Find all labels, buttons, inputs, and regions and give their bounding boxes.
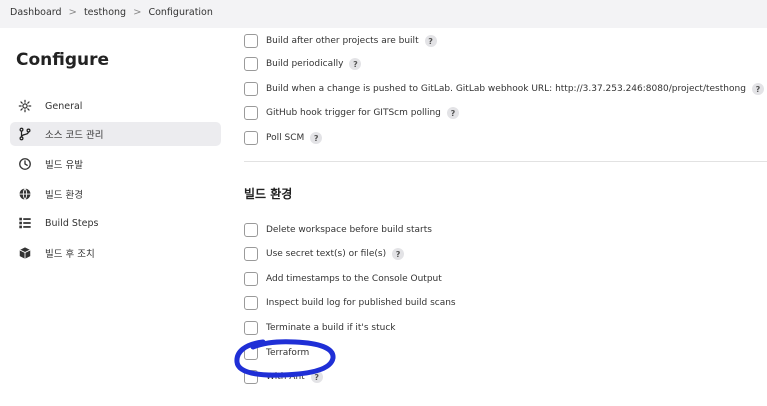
checkbox[interactable] <box>244 82 258 96</box>
checkbox-label: Build after other projects are built <box>266 36 419 46</box>
env-add-timestamps[interactable]: Add timestamps to the Console Output <box>244 271 442 287</box>
checkbox-label: Add timestamps to the Console Output <box>266 274 442 284</box>
sidebar-item-label: 소스 코드 관리 <box>45 130 104 141</box>
breadcrumb-separator: > <box>133 7 142 18</box>
trigger-build-periodically[interactable]: Build periodically ? <box>244 56 362 72</box>
package-icon <box>17 245 33 261</box>
trigger-poll-scm[interactable]: Poll SCM ? <box>244 130 323 146</box>
help-icon[interactable]: ? <box>310 132 323 144</box>
help-icon[interactable]: ? <box>751 83 764 95</box>
section-divider <box>244 161 767 162</box>
branch-icon <box>17 126 33 142</box>
sidebar-item-build-environment[interactable]: 빌드 환경 <box>10 182 221 206</box>
checkbox-label: Use secret text(s) or file(s) <box>266 249 387 259</box>
checkbox-label: Poll SCM <box>266 133 305 143</box>
checkbox[interactable] <box>244 131 258 145</box>
breadcrumb-bar: Dashboard > testhong > Configuration <box>0 0 767 28</box>
help-icon[interactable]: ? <box>446 107 459 119</box>
trigger-gitlab-push[interactable]: Build when a change is pushed to GitLab.… <box>244 81 764 97</box>
checkbox[interactable] <box>244 57 258 71</box>
sidebar-item-post-build[interactable]: 빌드 후 조치 <box>10 241 221 265</box>
trigger-build-after-other-projects[interactable]: Build after other projects are built ? <box>244 33 437 49</box>
sidebar-item-label: 빌드 후 조치 <box>45 249 95 260</box>
breadcrumb: Dashboard > testhong > Configuration <box>10 7 213 18</box>
checkbox[interactable] <box>244 106 258 120</box>
breadcrumb-project[interactable]: testhong <box>84 7 126 18</box>
checkbox-label: Delete workspace before build starts <box>266 225 432 235</box>
help-icon[interactable]: ? <box>392 248 405 260</box>
checkbox[interactable] <box>244 34 258 48</box>
checkbox[interactable] <box>244 272 258 286</box>
env-terminate-stuck[interactable]: Terminate a build if it's stuck <box>244 320 396 336</box>
breadcrumb-separator: > <box>68 7 77 18</box>
checkbox-label: GitHub hook trigger for GITScm polling <box>266 108 441 118</box>
sidebar-item-source-code[interactable]: 소스 코드 관리 <box>10 122 221 146</box>
section-title-build-environment: 빌드 환경 <box>244 187 293 201</box>
gear-icon <box>17 98 33 114</box>
sidebar-item-label: 빌드 유발 <box>45 160 83 171</box>
checkbox-label: Terminate a build if it's stuck <box>266 323 396 333</box>
sidebar-item-build-steps[interactable]: Build Steps <box>10 211 221 235</box>
clock-icon <box>17 156 33 172</box>
breadcrumb-configuration[interactable]: Configuration <box>148 7 212 18</box>
sidebar-item-general[interactable]: General <box>10 94 221 118</box>
annotation-circle <box>234 339 336 378</box>
page-title: Configure <box>16 50 110 70</box>
sidebar-item-label: Build Steps <box>45 217 99 229</box>
checkbox-label: Build periodically <box>266 59 344 69</box>
help-icon[interactable]: ? <box>424 35 437 47</box>
checkbox[interactable] <box>244 296 258 310</box>
checkbox-label: Inspect build log for published build sc… <box>266 298 456 308</box>
env-inspect-build-log[interactable]: Inspect build log for published build sc… <box>244 295 456 311</box>
sidebar-item-build-triggers[interactable]: 빌드 유발 <box>10 152 221 176</box>
sidebar-item-label: General <box>45 100 83 112</box>
checkbox[interactable] <box>244 223 258 237</box>
sidebar-item-label: 빌드 환경 <box>45 190 83 201</box>
list-icon <box>17 215 33 231</box>
checkbox[interactable] <box>244 247 258 261</box>
trigger-github-hook[interactable]: GitHub hook trigger for GITScm polling ? <box>244 105 459 121</box>
env-use-secret[interactable]: Use secret text(s) or file(s) ? <box>244 246 405 262</box>
checkbox[interactable] <box>244 321 258 335</box>
breadcrumb-dashboard[interactable]: Dashboard <box>10 7 62 18</box>
help-icon[interactable]: ? <box>349 58 362 70</box>
globe-icon <box>17 186 33 202</box>
checkbox-label: Build when a change is pushed to GitLab.… <box>266 84 746 94</box>
env-delete-workspace[interactable]: Delete workspace before build starts <box>244 222 432 238</box>
